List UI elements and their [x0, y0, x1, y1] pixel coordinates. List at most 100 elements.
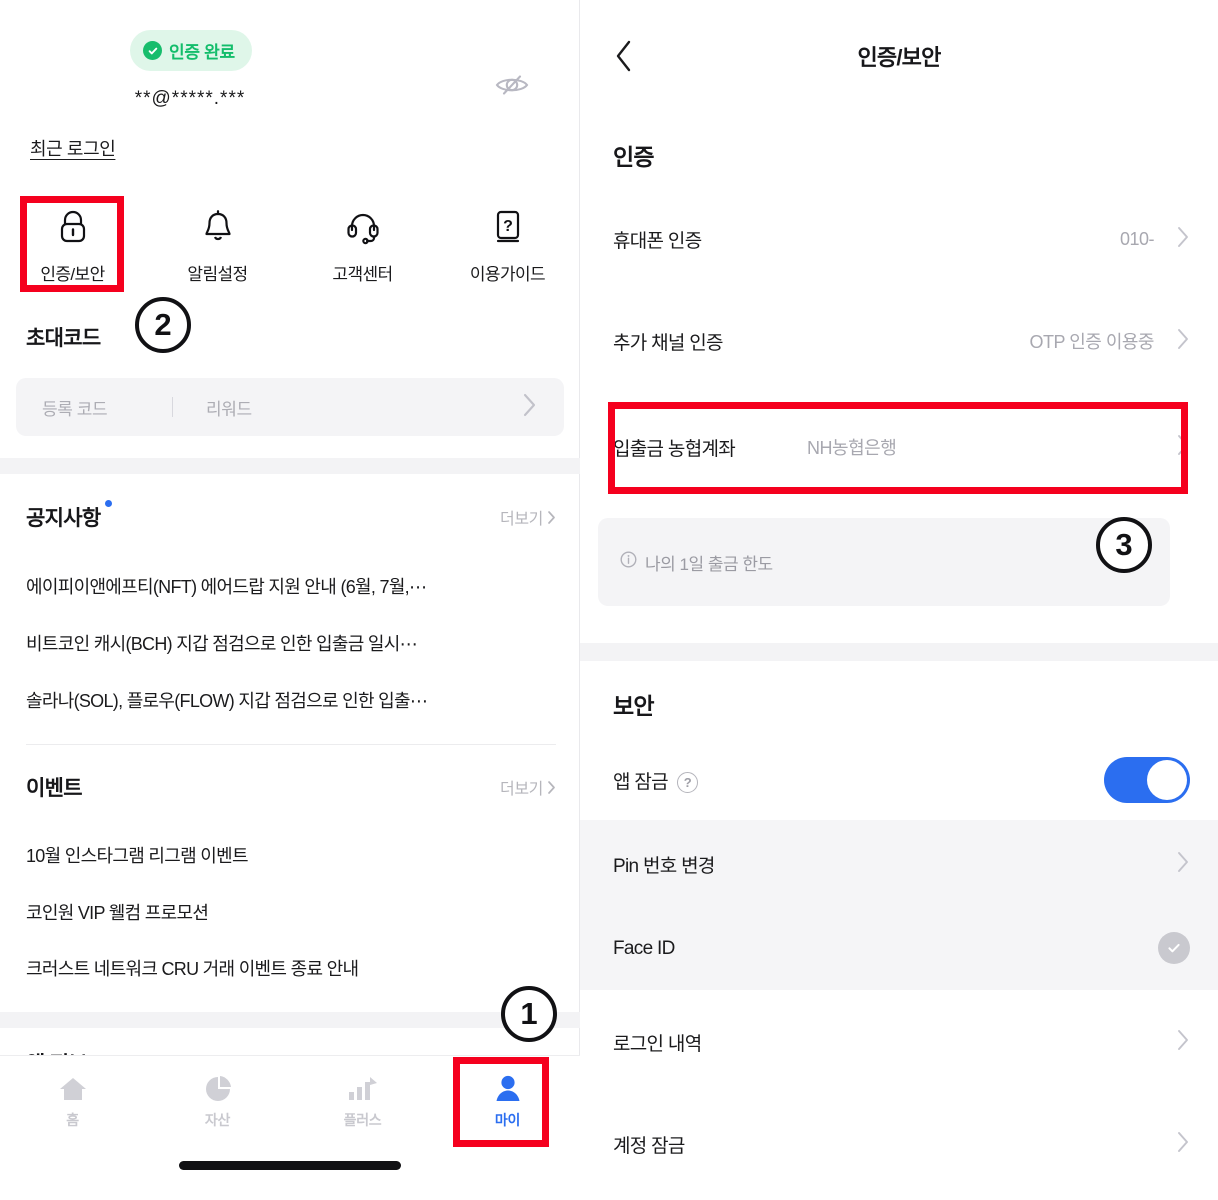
- security-section-title: 보안: [613, 693, 655, 719]
- chevron-right-icon: [1176, 1130, 1190, 1159]
- list-item[interactable]: 에이피이앤에프티(NFT) 에어드랍 지원 안내 (6월, 7월,⋯: [26, 573, 556, 599]
- row-label: 입출금 농협계좌: [613, 438, 736, 460]
- tab-assets[interactable]: 자산: [145, 1072, 290, 1130]
- chevron-right-icon: [1176, 1028, 1190, 1057]
- row-label: 로그인 내역: [613, 1033, 702, 1055]
- pie-chart-icon: [201, 1072, 235, 1106]
- quick-item-customer-center[interactable]: 고객센터: [290, 196, 435, 285]
- row-account-lock[interactable]: 계정 잠금: [580, 1113, 1218, 1175]
- tab-label: 플러스: [343, 1112, 382, 1128]
- list-item[interactable]: 비트코인 캐시(BCH) 지갑 점검으로 인한 입출금 일시⋯: [26, 630, 556, 656]
- invite-code-input[interactable]: 등록 코드: [42, 395, 172, 420]
- chevron-right-icon: [522, 392, 538, 423]
- home-icon: [56, 1072, 90, 1106]
- row-face-id[interactable]: Face ID: [580, 918, 1218, 980]
- withdrawal-limit-notice[interactable]: 나의 1일 출금 한도: [598, 518, 1170, 606]
- row-value: OTP 인증 이용중: [1029, 332, 1155, 352]
- check-circle-icon: [143, 41, 162, 60]
- person-icon: [491, 1072, 525, 1106]
- tab-label: 홈: [66, 1112, 79, 1128]
- limit-notice-label: 나의 1일 출금 한도: [645, 554, 773, 574]
- bottom-tab-bar: 홈 자산 플러스 마이: [0, 1055, 580, 1200]
- section-divider-band: [0, 1012, 580, 1028]
- toggle-knob: [1147, 760, 1187, 800]
- app-lock-label: 앱 잠금: [613, 771, 669, 793]
- quick-item-label: 인증/보안: [40, 265, 105, 284]
- info-icon: [620, 551, 637, 573]
- list-item[interactable]: 코인원 VIP 웰컴 프로모션: [26, 899, 556, 925]
- limit-notice-text-wrap: 나의 1일 출금 한도: [620, 550, 773, 575]
- row-change-pin[interactable]: Pin 번호 변경: [580, 833, 1218, 895]
- tab-label: 마이: [494, 1112, 521, 1128]
- section-divider-band: [580, 643, 1218, 661]
- event-more-label: 더보기: [500, 781, 543, 798]
- lock-icon: [52, 206, 94, 248]
- chevron-right-icon: [1176, 433, 1190, 462]
- row-extra-channel-auth[interactable]: 추가 채널 인증 OTP 인증 이용중: [580, 310, 1218, 372]
- notice-more-label: 더보기: [500, 511, 543, 528]
- invite-code-box[interactable]: 등록 코드 리워드: [16, 378, 564, 436]
- section-divider-band: [0, 458, 580, 474]
- guide-book-icon: ?: [487, 206, 529, 248]
- tab-plus[interactable]: 플러스: [290, 1072, 435, 1130]
- event-title: 이벤트: [26, 777, 83, 800]
- status-badge: 인증 완료: [130, 30, 252, 71]
- chevron-right-icon: [1176, 327, 1190, 356]
- list-item[interactable]: 10월 인스타그램 리그램 이벤트: [26, 842, 556, 868]
- quick-item-notification[interactable]: 알림설정: [145, 196, 290, 285]
- tab-home[interactable]: 홈: [0, 1072, 145, 1130]
- eye-off-icon[interactable]: [492, 70, 532, 100]
- page-header: 인증/보안: [580, 0, 1218, 110]
- step-marker-1: 1: [501, 986, 557, 1042]
- notice-title: 공지사항: [26, 507, 101, 530]
- quick-item-label: 고객센터: [332, 265, 393, 284]
- row-nh-bank-account[interactable]: 입출금 농협계좌 NH농협은행: [580, 416, 1218, 478]
- svg-text:?: ?: [503, 218, 513, 235]
- question-circle-icon[interactable]: ?: [676, 771, 698, 793]
- account-status-row: 인증 완료: [0, 30, 580, 95]
- invite-reward-value: 리워드: [206, 399, 252, 419]
- row-label: Pin 번호 변경: [613, 855, 715, 877]
- quick-menu: 인증/보안 알림설정 고객센터 ? 이용가이드: [0, 196, 580, 285]
- app-lock-toggle[interactable]: [1104, 757, 1190, 803]
- step-marker-2: 2: [135, 297, 191, 353]
- auth-section-title: 인증: [613, 144, 655, 170]
- quick-item-label: 이용가이드: [469, 265, 546, 284]
- row-value: 010-: [1119, 228, 1155, 249]
- row-label: 추가 채널 인증: [613, 332, 724, 354]
- row-label: Face ID: [613, 938, 675, 959]
- step-marker-3: 3: [1096, 517, 1152, 573]
- list-item[interactable]: 크러스트 네트워크 CRU 거래 이벤트 종료 안내: [26, 955, 556, 981]
- event-header[interactable]: 이벤트 더보기: [26, 772, 556, 802]
- new-dot-icon: [105, 500, 113, 507]
- bar-chart-up-icon: [346, 1072, 380, 1106]
- face-id-check-icon: [1158, 932, 1190, 964]
- invite-code-title: 초대코드: [26, 327, 101, 350]
- notice-title-wrap: 공지사항: [26, 500, 113, 532]
- tab-label: 자산: [204, 1112, 231, 1128]
- notice-more-button[interactable]: 더보기: [500, 505, 556, 529]
- divider: [26, 744, 556, 745]
- headset-icon: [342, 206, 384, 248]
- list-item[interactable]: 솔라나(SOL), 플로우(FLOW) 지갑 점검으로 인한 입출⋯: [26, 687, 556, 713]
- row-value: NH농협은행: [807, 438, 897, 458]
- row-label: 계정 잠금: [613, 1135, 685, 1157]
- tab-my[interactable]: 마이: [435, 1072, 580, 1130]
- masked-email: **@*****.***: [134, 88, 246, 109]
- screenshot-root: 인증 완료 **@*****.*** 최근 로그인 인증/보안 알림설정 고객센…: [0, 0, 1218, 1200]
- recent-login-link[interactable]: 최근 로그인: [30, 135, 116, 161]
- chevron-right-icon: [1176, 850, 1190, 879]
- status-badge-label: 인증 완료: [169, 43, 235, 62]
- row-label-wrap: 앱 잠금?: [613, 767, 698, 794]
- row-label: 휴대폰 인증: [613, 230, 702, 252]
- chevron-right-icon: [1176, 225, 1190, 254]
- quick-item-auth-security[interactable]: 인증/보안: [0, 196, 145, 285]
- quick-item-user-guide[interactable]: ? 이용가이드: [435, 196, 580, 285]
- home-indicator: [179, 1161, 401, 1170]
- event-more-button[interactable]: 더보기: [500, 775, 556, 799]
- notice-header[interactable]: 공지사항 더보기: [26, 500, 556, 532]
- my-page-pane: 인증 완료 **@*****.*** 최근 로그인 인증/보안 알림설정 고객센…: [0, 0, 580, 1200]
- auth-security-pane: 인증/보안 인증 휴대폰 인증 010- 추가 채널 인증 OTP 인증 이용중…: [580, 0, 1218, 1200]
- row-login-history[interactable]: 로그인 내역: [580, 1011, 1218, 1073]
- row-phone-auth[interactable]: 휴대폰 인증 010-: [580, 208, 1218, 270]
